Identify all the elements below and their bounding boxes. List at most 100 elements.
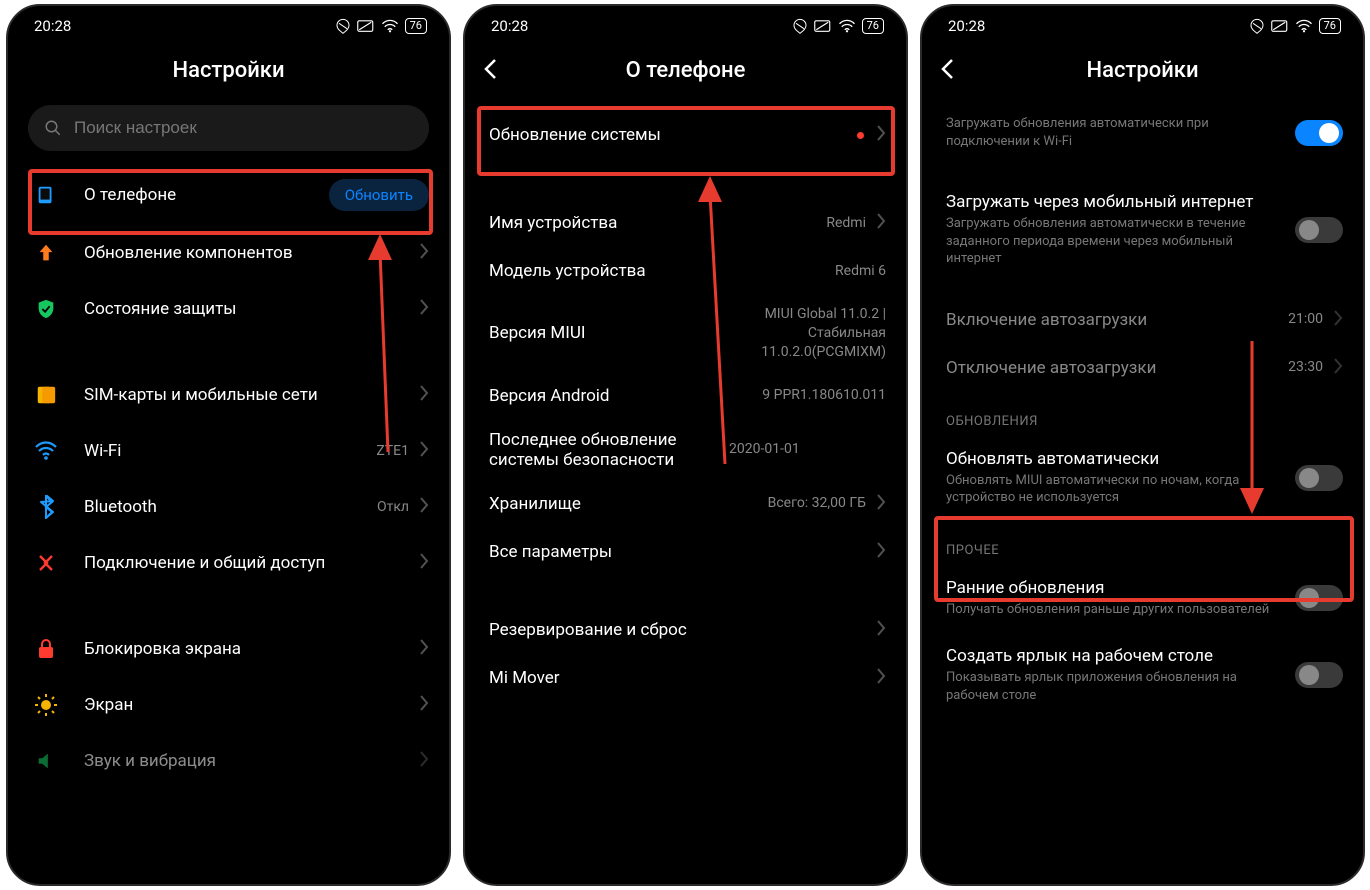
row-label: Обновлять автоматически [946, 449, 1281, 469]
chevron-right-icon [419, 497, 429, 517]
row-wifi[interactable]: Wi-Fi ZTE1 [8, 423, 449, 479]
chevron-right-icon [419, 441, 429, 461]
toggle-switch[interactable] [1295, 120, 1343, 146]
row-label: Загружать через мобильный интернет [946, 192, 1281, 212]
row-auto-download-wifi[interactable]: Загружать обновления автоматически при п… [922, 101, 1363, 164]
row-label: Загружать обновления автоматически при п… [946, 115, 1281, 150]
row-lock-screen[interactable]: Блокировка экрана [8, 621, 449, 677]
page-title: Настройки [172, 58, 284, 83]
chevron-right-icon [876, 668, 886, 688]
arrow-up-orange-icon [32, 239, 60, 267]
phone-icon [32, 181, 60, 209]
lock-red-icon [32, 635, 60, 663]
toggle-switch[interactable] [1295, 662, 1343, 688]
phone-screen-settings-main: 20:28 76 Настройки О телефоне Обновить [6, 4, 451, 886]
row-bluetooth[interactable]: Bluetooth Откл [8, 479, 449, 535]
section-header-other: ПРОЧЕЕ [922, 521, 1363, 564]
sun-yellow-icon [32, 691, 60, 719]
row-sound[interactable]: Звук и вибрация [8, 733, 449, 789]
row-value: 23:30 [1288, 358, 1323, 377]
row-system-update[interactable]: Обновление системы [465, 101, 906, 169]
row-miui-version[interactable]: Версия MIUI MIUI Global 11.0.2 | Стабиль… [465, 295, 906, 372]
phone-screen-update-settings: 20:28 76 Настройки Загружать обновления … [920, 4, 1365, 886]
row-android-version[interactable]: Версия Android 9 PPR1.180610.011 [465, 372, 906, 420]
no-sim-icon [1271, 19, 1289, 33]
page-title: О телефоне [626, 58, 746, 83]
toggle-switch[interactable] [1295, 585, 1343, 611]
row-label: Блокировка экрана [84, 639, 409, 659]
row-label: Звук и вибрация [84, 751, 409, 771]
do-not-disturb-icon [1249, 18, 1265, 34]
header: Настройки [8, 40, 449, 101]
row-value: Redmi 6 [835, 262, 886, 281]
row-security-patch[interactable]: Последнее обновление системы безопасност… [465, 420, 906, 480]
row-label: Версия MIUI [489, 323, 706, 343]
chevron-right-icon [876, 125, 886, 145]
row-device-model[interactable]: Модель устройства Redmi 6 [465, 247, 906, 295]
row-subtitle: Загружать обновления автоматически в теч… [946, 215, 1281, 268]
chevron-right-icon [419, 695, 429, 715]
chevron-right-icon [419, 385, 429, 405]
chevron-right-icon [876, 213, 886, 233]
page-title: Настройки [1086, 58, 1198, 83]
chevron-right-icon [876, 542, 886, 562]
row-value: Всего: 32,00 ГБ [768, 494, 866, 513]
status-time: 20:28 [34, 17, 71, 35]
chevron-right-icon [419, 243, 429, 263]
row-auto-update[interactable]: Обновлять автоматически Обновлять MIUI а… [922, 435, 1363, 521]
status-bar: 20:28 76 [922, 6, 1363, 40]
row-label: Ранние обновления [946, 578, 1281, 598]
row-label: Wi-Fi [84, 441, 376, 461]
chevron-right-icon [419, 299, 429, 319]
row-label: Подключение и общий доступ [84, 553, 409, 573]
battery-level: 76 [405, 18, 427, 34]
sim-yellow-icon [32, 381, 60, 409]
toggle-switch[interactable] [1295, 217, 1343, 243]
row-component-updates[interactable]: Обновление компонентов [8, 225, 449, 281]
row-early-updates[interactable]: Ранние обновления Получать обновления ра… [922, 564, 1363, 633]
row-create-shortcut[interactable]: Создать ярлык на рабочем столе Показыват… [922, 632, 1363, 704]
battery-level: 76 [862, 18, 884, 34]
no-sim-icon [357, 19, 375, 33]
chevron-right-icon [1333, 310, 1343, 330]
bluetooth-blue-icon [32, 493, 60, 521]
row-label: Хранилище [489, 494, 768, 514]
row-sim-cards[interactable]: SIM-карты и мобильные сети [8, 367, 449, 423]
row-value: 2020-01-01 [729, 440, 800, 459]
row-storage[interactable]: Хранилище Всего: 32,00 ГБ [465, 480, 906, 528]
row-label: Версия Android [489, 386, 762, 406]
row-backup-reset[interactable]: Резервирование и сброс [465, 606, 906, 654]
search-input[interactable] [74, 118, 413, 138]
row-autoload-off[interactable]: Отключение автозагрузки 23:30 [922, 344, 1363, 392]
search-bar[interactable] [28, 105, 429, 151]
status-time: 20:28 [491, 17, 528, 35]
row-label: Имя устройства [489, 213, 826, 233]
toggle-switch[interactable] [1295, 465, 1343, 491]
row-download-mobile[interactable]: Загружать через мобильный интернет Загру… [922, 178, 1363, 282]
update-dot-icon [857, 132, 864, 139]
chevron-right-icon [419, 553, 429, 573]
update-pill[interactable]: Обновить [329, 179, 429, 211]
row-all-specs[interactable]: Все параметры [465, 528, 906, 576]
row-label: Отключение автозагрузки [946, 358, 1288, 378]
chevron-right-icon [419, 639, 429, 659]
row-label: Создать ярлык на рабочем столе [946, 646, 1281, 666]
back-button[interactable] [483, 58, 497, 84]
sound-green-icon [32, 747, 60, 775]
row-display[interactable]: Экран [8, 677, 449, 733]
row-value: Откл [377, 498, 409, 517]
no-sim-icon [814, 19, 832, 33]
status-icons: 76 [1249, 18, 1341, 34]
row-device-name[interactable]: Имя устройства Redmi [465, 199, 906, 247]
shield-green-icon [32, 295, 60, 323]
status-bar: 20:28 76 [8, 6, 449, 40]
row-connection-sharing[interactable]: Подключение и общий доступ [8, 535, 449, 591]
row-mi-mover[interactable]: Mi Mover [465, 654, 906, 702]
row-label: Обновление системы [489, 125, 857, 145]
row-autoload-on[interactable]: Включение автозагрузки 21:00 [922, 296, 1363, 344]
row-label: Состояние защиты [84, 299, 409, 319]
row-about-phone[interactable]: О телефоне Обновить [8, 165, 449, 225]
battery-level: 76 [1319, 18, 1341, 34]
row-security-status[interactable]: Состояние защиты [8, 281, 449, 337]
back-button[interactable] [940, 58, 954, 84]
